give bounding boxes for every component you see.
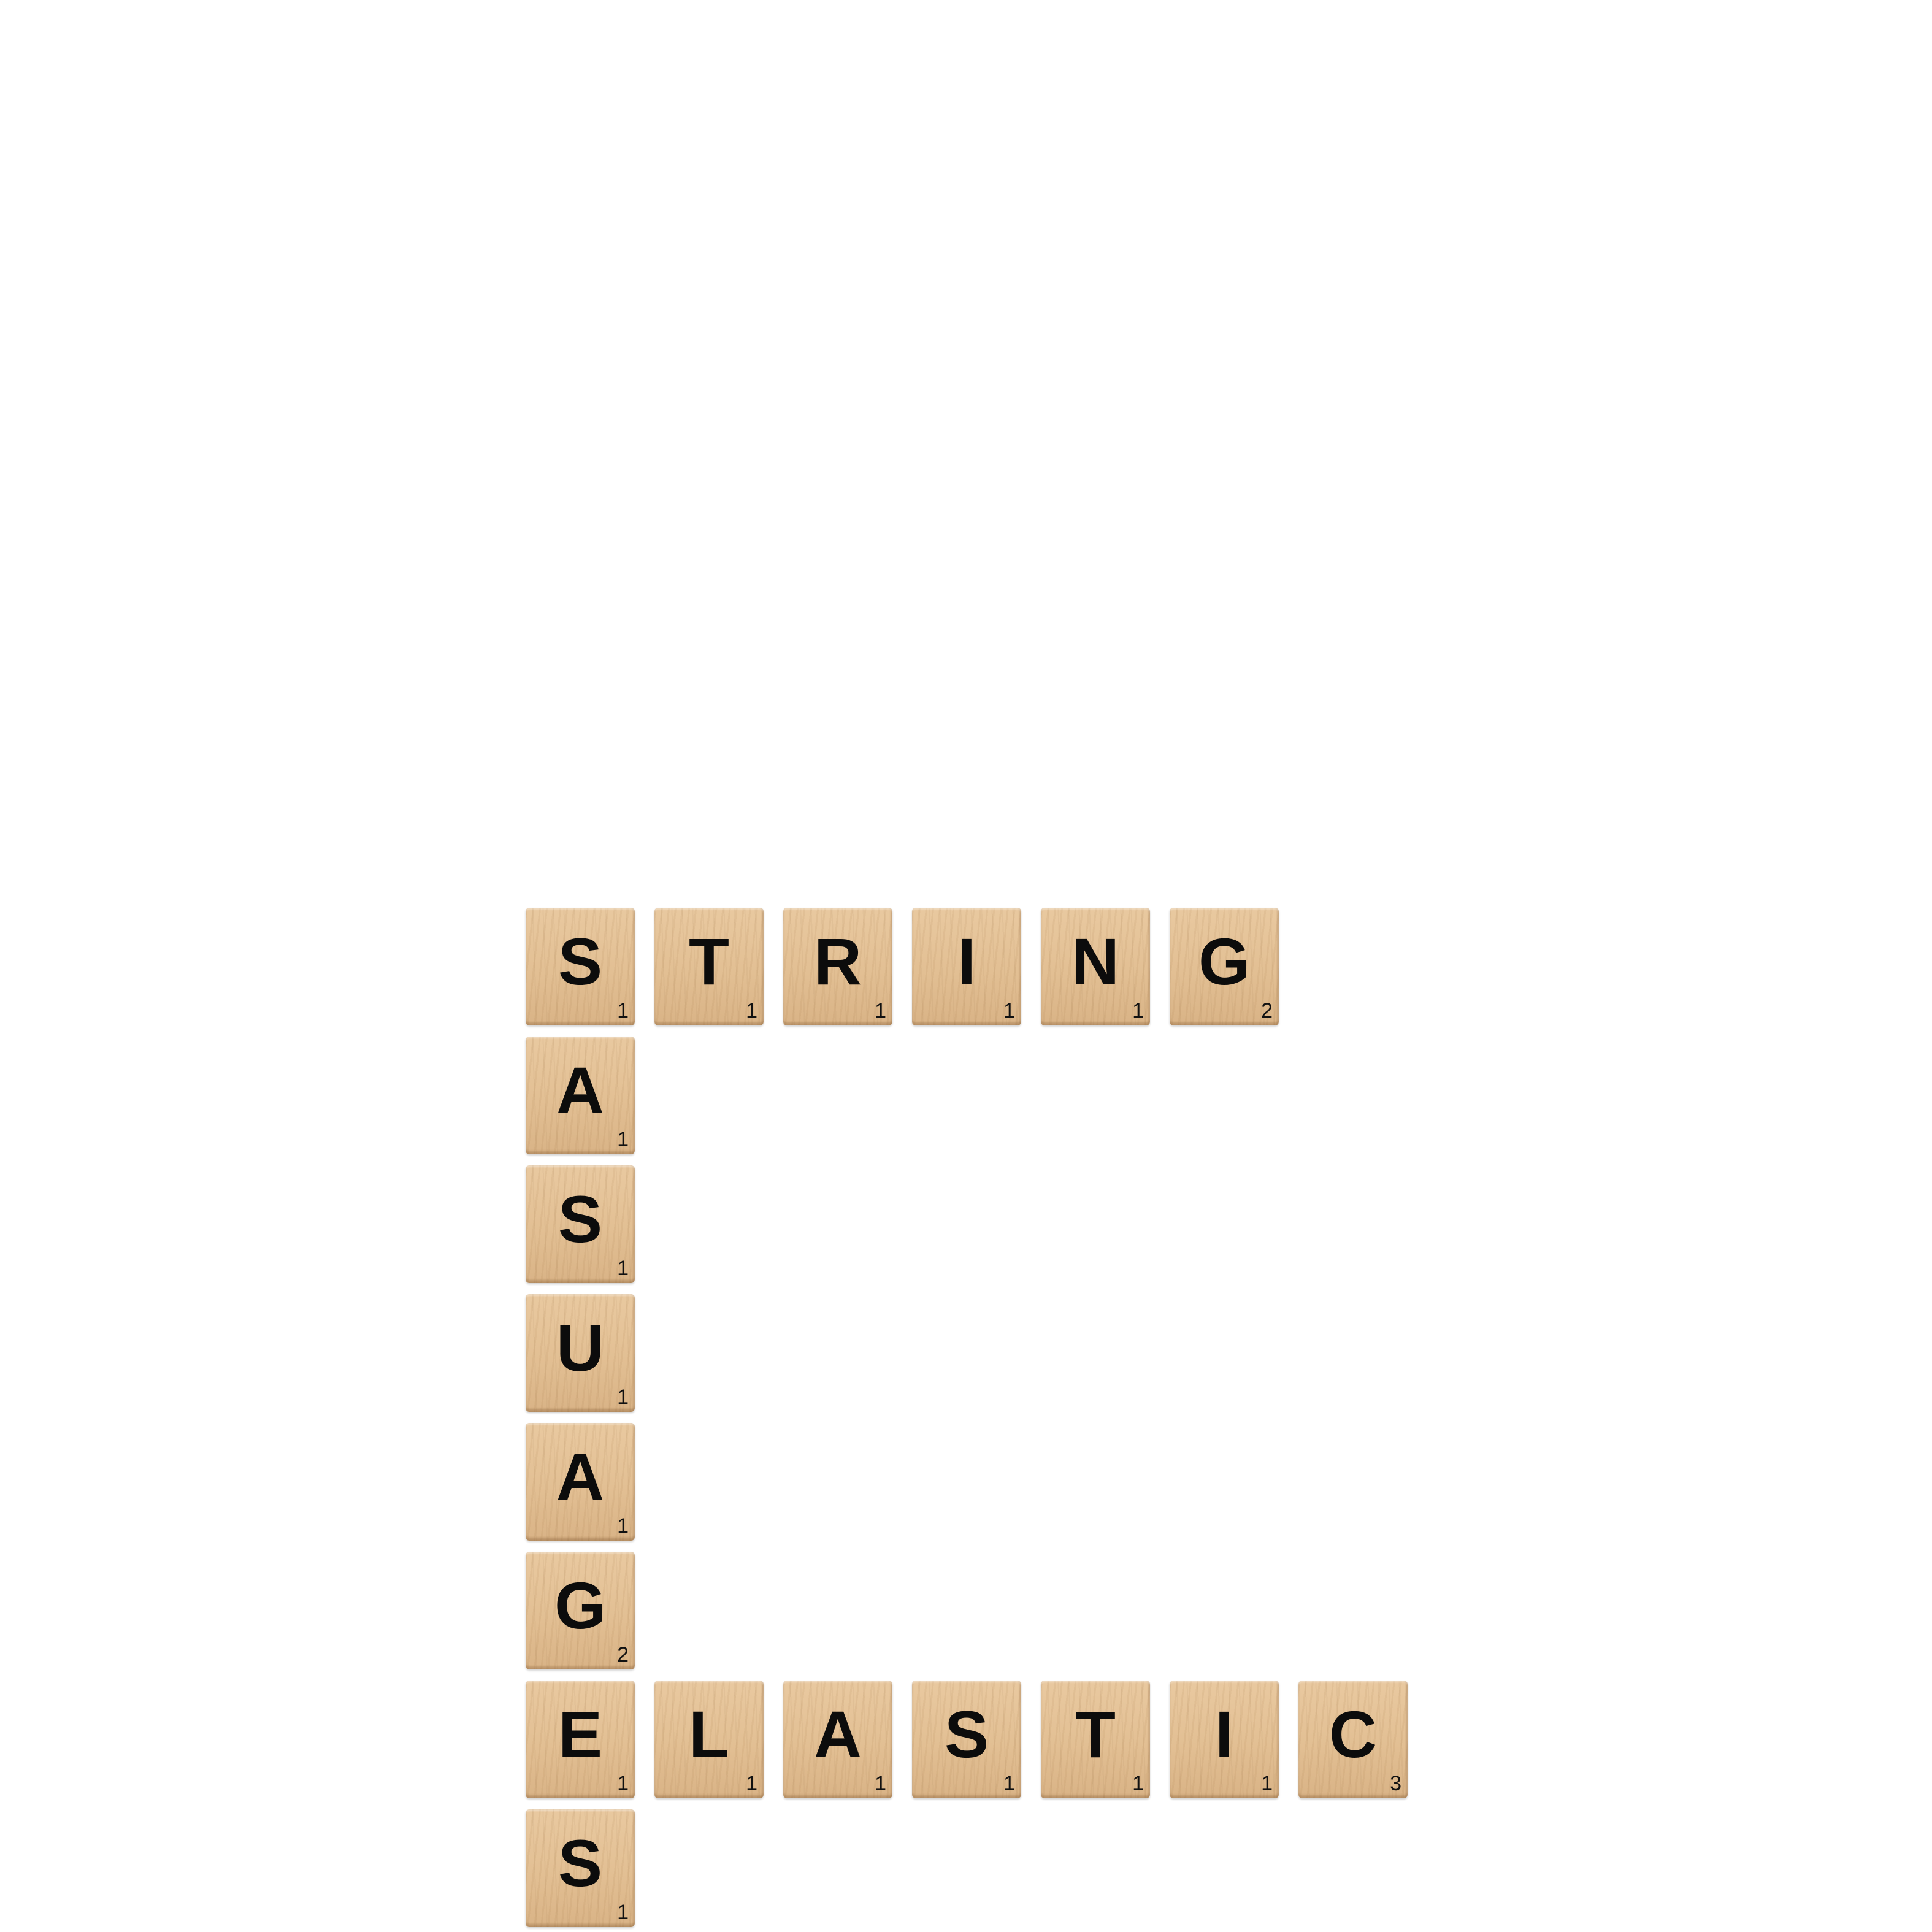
tile-sausages-u[interactable]: U 1 xyxy=(526,1294,635,1412)
tile-letter: S xyxy=(558,924,603,999)
tile-sausages-a2[interactable]: A 1 xyxy=(526,1423,635,1541)
tile-sausages-g[interactable]: G 2 xyxy=(526,1552,635,1669)
tile-elastic-l[interactable]: L 1 xyxy=(654,1681,764,1798)
tile-letter: S xyxy=(944,1697,989,1771)
tile-score: 1 xyxy=(617,1386,629,1409)
tile-letter: E xyxy=(558,1697,603,1771)
tile-letter: U xyxy=(556,1311,604,1385)
tile-score: 2 xyxy=(1261,999,1273,1022)
game-board: S 1 T 1 R 1 I 1 N 1 G 2 A 1 S 1 U 1 A 1 … xyxy=(0,0,1932,1932)
tile-score: 1 xyxy=(1132,999,1144,1022)
tile-score: 1 xyxy=(617,999,629,1022)
tile-letter: T xyxy=(689,924,729,999)
tile-letter: I xyxy=(957,924,976,999)
tile-score: 1 xyxy=(746,1772,757,1795)
tile-score: 1 xyxy=(617,1772,629,1795)
tile-score: 1 xyxy=(1003,999,1015,1022)
tile-string-i[interactable]: I 1 xyxy=(912,908,1021,1025)
tile-sausages-a1[interactable]: A 1 xyxy=(526,1037,635,1154)
tile-elastic-t[interactable]: T 1 xyxy=(1041,1681,1150,1798)
tile-elastic-s[interactable]: S 1 xyxy=(912,1681,1021,1798)
tile-score: 1 xyxy=(875,1772,886,1795)
tile-string-g[interactable]: G 2 xyxy=(1170,908,1279,1025)
tile-letter: A xyxy=(556,1439,604,1514)
tile-letter: L xyxy=(689,1697,729,1771)
tile-sausages-s2[interactable]: S 1 xyxy=(526,1165,635,1283)
tile-string-n[interactable]: N 1 xyxy=(1041,908,1150,1025)
tile-letter: N xyxy=(1071,924,1119,999)
tile-sausages-e[interactable]: E 1 xyxy=(526,1681,635,1798)
tile-score: 1 xyxy=(1261,1772,1273,1795)
tile-score: 1 xyxy=(746,999,757,1022)
tile-score: 1 xyxy=(617,1257,629,1280)
tile-score: 1 xyxy=(875,999,886,1022)
tile-letter: S xyxy=(558,1826,603,1900)
tile-letter: A xyxy=(556,1053,604,1127)
tile-letter: S xyxy=(558,1182,603,1256)
tile-string-t[interactable]: T 1 xyxy=(654,908,764,1025)
tile-letter: G xyxy=(1198,924,1250,999)
tile-score: 1 xyxy=(1132,1772,1144,1795)
tile-score: 2 xyxy=(617,1643,629,1666)
tile-score: 1 xyxy=(617,1901,629,1924)
tile-elastic-a[interactable]: A 1 xyxy=(783,1681,892,1798)
tile-sausages-s3[interactable]: S 1 xyxy=(526,1809,635,1927)
tile-letter: I xyxy=(1214,1697,1233,1771)
tile-letter: R xyxy=(814,924,862,999)
tile-elastic-i[interactable]: I 1 xyxy=(1170,1681,1279,1798)
tile-letter: G xyxy=(554,1568,606,1643)
tile-letter: T xyxy=(1075,1697,1116,1771)
tile-score: 1 xyxy=(617,1128,629,1151)
tile-score: 3 xyxy=(1390,1772,1401,1795)
tile-string-r[interactable]: R 1 xyxy=(783,908,892,1025)
tile-elastic-c[interactable]: C 3 xyxy=(1298,1681,1408,1798)
tile-string-s[interactable]: S 1 xyxy=(526,908,635,1025)
tile-letter: C xyxy=(1329,1697,1377,1771)
tile-score: 1 xyxy=(617,1514,629,1538)
tile-letter: A xyxy=(814,1697,862,1771)
tile-score: 1 xyxy=(1003,1772,1015,1795)
